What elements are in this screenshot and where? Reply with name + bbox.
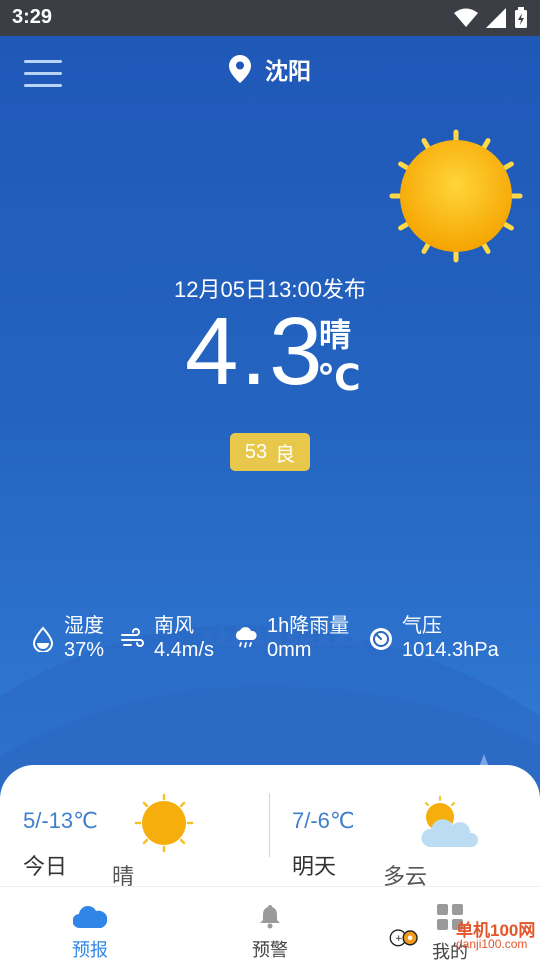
cloud-icon xyxy=(72,906,108,929)
city-name: 沈阳 xyxy=(265,58,311,84)
city-header[interactable]: 沈阳 xyxy=(0,52,540,88)
wifi-icon xyxy=(454,8,478,27)
stat-value: 4.4m/s xyxy=(154,639,215,661)
aqi-badge[interactable]: 53 良 xyxy=(230,433,310,471)
partly-cloudy-icon xyxy=(421,796,479,847)
rain-icon xyxy=(235,627,257,648)
sun-icon xyxy=(134,793,194,853)
today-temp-range: 5/-13℃ xyxy=(23,808,98,833)
humidity-icon xyxy=(32,626,54,652)
temperature-unit: ℃ xyxy=(317,357,361,398)
stat-humidity: 湿度 37% xyxy=(30,614,104,662)
stat-label: 1h降雨量 xyxy=(267,615,350,637)
stat-value: 0mm xyxy=(267,639,312,661)
aqi-level: 良 xyxy=(275,443,296,466)
stat-value: 1014.3hPa xyxy=(402,639,499,661)
wind-icon xyxy=(121,628,144,647)
nav-label: 预报 xyxy=(72,940,108,960)
weather-condition: 晴 xyxy=(319,317,352,353)
nav-label: 预警 xyxy=(252,940,288,960)
temperature-value: 4.3 xyxy=(185,298,325,405)
battery-icon xyxy=(515,7,527,28)
status-time: 3:29 xyxy=(12,6,53,28)
pressure-icon xyxy=(370,628,392,650)
stat-label: 南风 xyxy=(154,615,194,637)
svg-text:+: + xyxy=(395,933,403,944)
nav-forecast[interactable]: 预报 xyxy=(30,887,150,960)
status-bar: 3:29 xyxy=(0,0,540,36)
stat-label: 湿度 xyxy=(64,615,104,637)
stat-label: 气压 xyxy=(402,615,442,637)
stat-pressure: 气压 1014.3hPa xyxy=(368,614,499,662)
forecast-card[interactable]: 5/-13℃ 今日 晴 7/-6℃ 明天 多云 xyxy=(0,765,540,889)
weather-stats: 湿度 37% 南风 4.4m/s 1h降雨量 0mm 气压 1014.3hPa xyxy=(0,614,540,670)
today-label: 今日 xyxy=(23,854,68,879)
bell-icon xyxy=(260,905,280,929)
aqi-value: 53 xyxy=(244,440,268,463)
stat-rainfall: 1h降雨量 0mm xyxy=(233,614,349,662)
sun-icon xyxy=(389,129,523,263)
stat-value: 37% xyxy=(64,639,105,661)
stat-wind: 南风 4.4m/s xyxy=(120,614,214,662)
status-icons xyxy=(454,7,528,29)
tomorrow-temp-range: 7/-6℃ xyxy=(292,808,355,833)
signal-icon xyxy=(486,8,506,28)
weather-hero: 沈阳 12月05日13:00发布 4.3 晴 ℃ 53 良 湿度 37% 南风 … xyxy=(0,36,540,886)
location-pin-icon xyxy=(229,55,251,83)
nav-warning[interactable]: 预警 xyxy=(210,887,330,960)
watermark-logo-icon: + xyxy=(389,929,418,947)
tomorrow-label: 明天 xyxy=(292,854,337,879)
forecast-divider xyxy=(269,793,270,857)
watermark-url: danji100.com xyxy=(456,937,528,951)
